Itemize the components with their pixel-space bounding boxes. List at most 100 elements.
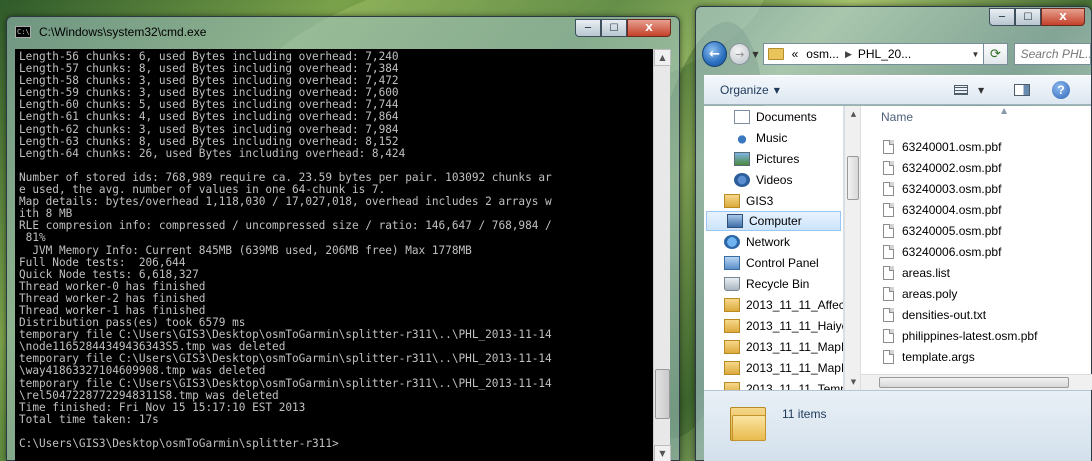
horizontal-scrollbar[interactable] <box>861 374 1092 390</box>
nav-item[interactable]: Control Panel <box>704 252 843 273</box>
music-icon <box>734 130 750 145</box>
console-line: Map details: bytes/overhead 1,118,030 / … <box>19 195 552 209</box>
network-icon <box>724 234 740 249</box>
chevron-right-icon[interactable]: ▶ <box>843 49 854 60</box>
console-line: temporary file C:\Users\GIS3\Desktop\osm… <box>19 376 552 390</box>
nav-item[interactable]: 2013_11_11_Haiyc <box>704 315 843 336</box>
file-item[interactable]: 63240004.osm.pbf <box>883 199 1037 220</box>
minimize-button[interactable]: ─ <box>575 19 601 37</box>
nav-item-label: Music <box>756 130 788 145</box>
folder-icon <box>724 360 740 375</box>
file-name: template.args <box>902 349 975 364</box>
address-row: ← → ▼ « osm... ▶ PHL_20... ▼ ⟳ Search PH… <box>702 39 1091 69</box>
folder-icon <box>724 318 740 333</box>
scrollbar-thumb[interactable] <box>655 369 670 419</box>
file-icon <box>883 286 894 301</box>
explorer-window[interactable]: ─ ☐ X ← → ▼ « osm... ▶ PHL_20... ▼ ⟳ Sea… <box>695 6 1092 461</box>
close-button[interactable]: X <box>627 19 671 37</box>
nav-item[interactable]: Computer <box>706 211 841 231</box>
forward-arrow-icon[interactable]: → <box>729 43 751 65</box>
nav-item[interactable]: 2013_11_11_Temp <box>704 378 843 390</box>
command-bar: Organize ▼ ▼ ? <box>704 75 1091 105</box>
file-name: areas.list <box>902 265 951 280</box>
file-item[interactable]: 63240005.osm.pbf <box>883 220 1037 241</box>
file-item[interactable]: 63240001.osm.pbf <box>883 136 1037 157</box>
navigation-pane[interactable]: Documents Music Pictures Videos GIS3 Computer… <box>704 106 844 390</box>
close-button[interactable]: X <box>1041 8 1085 26</box>
user-folder-icon <box>724 193 740 208</box>
scroll-up-arrow-icon[interactable]: ▲ <box>845 106 862 122</box>
maximize-button[interactable]: ☐ <box>1015 8 1041 26</box>
chevron-down-icon[interactable]: ▼ <box>971 50 983 59</box>
nav-item[interactable]: GIS3 <box>704 190 843 211</box>
window-controls: ─ ☐ X <box>989 8 1085 26</box>
column-header-name[interactable]: Name <box>881 110 913 124</box>
folder-icon <box>724 339 740 354</box>
minimize-button[interactable]: ─ <box>989 8 1015 26</box>
nav-item[interactable]: Network <box>704 231 843 252</box>
chevron-down-icon[interactable]: ▼ <box>774 86 780 95</box>
help-icon[interactable]: ? <box>1052 81 1070 99</box>
organize-menu[interactable]: Organize <box>704 83 769 97</box>
nav-pane-scrollbar[interactable]: ▲ ▼ <box>844 106 861 390</box>
nav-item[interactable]: Pictures <box>704 148 843 169</box>
file-name: philippines-latest.osm.pbf <box>902 328 1038 343</box>
file-item[interactable]: densities-out.txt <box>883 304 1037 325</box>
nav-item[interactable]: 2013_11_11_MapF <box>704 336 843 357</box>
file-name: 63240004.osm.pbf <box>902 202 1002 217</box>
videos-icon <box>734 172 750 187</box>
file-item[interactable]: areas.list <box>883 262 1037 283</box>
scroll-down-arrow-icon[interactable]: ▼ <box>845 374 862 390</box>
file-icon <box>883 349 894 364</box>
breadcrumb-overflow[interactable]: « <box>788 47 803 61</box>
file-icon <box>883 139 894 154</box>
console-line: 81% <box>19 231 46 245</box>
item-count: 11 items <box>782 407 827 421</box>
search-input[interactable]: Search PHL... <box>1013 43 1091 65</box>
refresh-icon[interactable]: ⟳ <box>984 43 1008 65</box>
file-item[interactable]: areas.poly <box>883 283 1037 304</box>
nav-item-label: Recycle Bin <box>746 276 810 291</box>
breadcrumb-phl[interactable]: PHL_20... <box>854 47 915 61</box>
chevron-down-icon[interactable]: ▼ <box>978 86 984 95</box>
nav-item[interactable]: Music <box>704 127 843 148</box>
cmd-app-icon[interactable]: C:\ <box>15 26 31 38</box>
control-panel-icon <box>724 255 740 270</box>
file-item[interactable]: 63240003.osm.pbf <box>883 178 1037 199</box>
preview-pane-icon[interactable] <box>1014 84 1030 96</box>
file-item[interactable]: template.args <box>883 346 1037 367</box>
change-view-button[interactable]: ▼ <box>954 85 984 95</box>
maximize-button[interactable]: ☐ <box>601 19 627 37</box>
file-item[interactable]: 63240002.osm.pbf <box>883 157 1037 178</box>
console-line: \rel50472287722948311S8.tmp was deleted <box>19 388 279 402</box>
console-line: Total time taken: 17s <box>19 412 159 426</box>
file-icon <box>883 202 894 217</box>
scroll-up-arrow-icon[interactable]: ▲ <box>654 49 671 66</box>
scrollbar-thumb[interactable] <box>847 156 859 200</box>
nav-item[interactable]: Documents <box>704 106 843 127</box>
nav-item[interactable]: 2013_11_11_MapF <box>704 357 843 378</box>
recent-pages-dropdown-icon[interactable]: ▼ <box>752 50 758 59</box>
console-line: Length-63 chunks: 8, used Bytes includin… <box>19 134 399 148</box>
cmd-window[interactable]: C:\ C:\Windows\system32\cmd.exe ─ ☐ X Le… <box>6 16 680 461</box>
explorer-body: Documents Music Pictures Videos GIS3 Computer… <box>704 106 1092 390</box>
file-list-pane[interactable]: ▲ Name 63240001.osm.pbf 63240002.osm.pbf 6… <box>861 106 1092 390</box>
nav-item[interactable]: 2013_11_11_Affec <box>704 294 843 315</box>
back-arrow-icon[interactable]: ← <box>702 41 728 67</box>
file-name: 63240006.osm.pbf <box>902 244 1002 259</box>
window-controls: ─ ☐ X <box>575 19 671 37</box>
scrollbar-thumb[interactable] <box>879 377 1069 388</box>
console-output[interactable]: Length-56 chunks: 6, used Bytes includin… <box>15 49 661 461</box>
breadcrumb-osm[interactable]: osm... <box>802 47 843 61</box>
recycle-bin-icon <box>724 276 740 291</box>
address-bar[interactable]: « osm... ▶ PHL_20... ▼ <box>762 43 985 65</box>
file-item[interactable]: 63240006.osm.pbf <box>883 241 1037 262</box>
file-item[interactable]: philippines-latest.osm.pbf <box>883 325 1037 346</box>
nav-item[interactable]: Recycle Bin <box>704 273 843 294</box>
console-line: Time finished: Fri Nov 15 15:17:10 EST 2… <box>19 400 306 414</box>
nav-item[interactable]: Videos <box>704 169 843 190</box>
console-line: Full Node tests: 206,644 <box>19 255 186 269</box>
vertical-scrollbar[interactable]: ▲ ▼ <box>653 49 671 461</box>
file-name: 63240002.osm.pbf <box>902 160 1002 175</box>
scroll-down-arrow-icon[interactable]: ▼ <box>654 445 671 461</box>
